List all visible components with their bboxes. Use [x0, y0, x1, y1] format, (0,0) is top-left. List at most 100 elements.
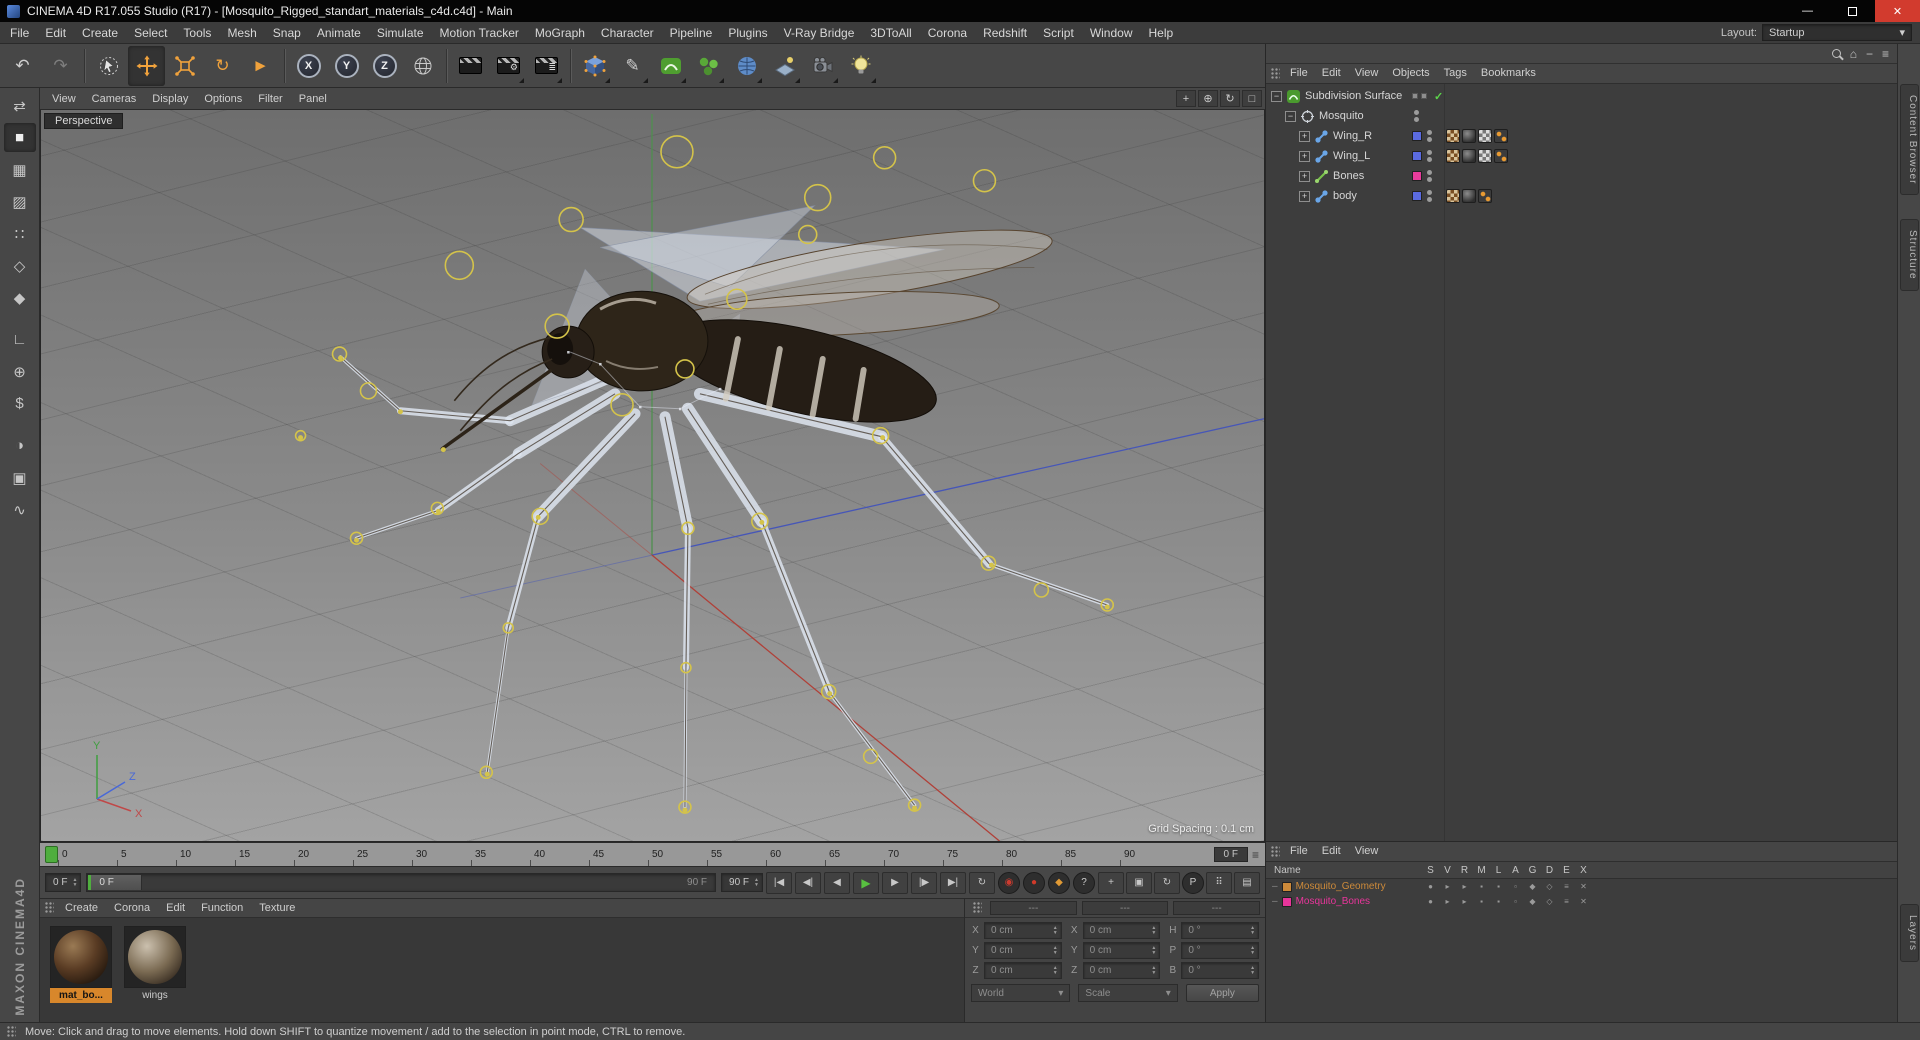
coil-button[interactable]: ∿: [4, 495, 36, 524]
layer-color-chip[interactable]: [1412, 151, 1422, 161]
loop-button[interactable]: ↻: [969, 871, 995, 894]
search-icon[interactable]: [1831, 49, 1841, 58]
column-header[interactable]: R: [1456, 865, 1473, 876]
last-tool-button[interactable]: ►: [242, 46, 279, 86]
y-axis-lock-button[interactable]: Y: [328, 46, 365, 86]
add-light-button[interactable]: [842, 46, 879, 86]
menu-item[interactable]: Pipeline: [662, 23, 721, 43]
object-manager-menu-item[interactable]: File: [1283, 64, 1315, 83]
lock-workplane-button[interactable]: ▣: [4, 463, 36, 492]
mini-rotate-button[interactable]: ↻: [1154, 871, 1180, 894]
previous-frame-button[interactable]: ◀: [824, 871, 850, 894]
column-header[interactable]: S: [1422, 865, 1439, 876]
menu-item[interactable]: V-Ray Bridge: [776, 23, 863, 43]
go-to-start-button[interactable]: |◀: [766, 871, 792, 894]
column-header[interactable]: E: [1558, 865, 1575, 876]
visibility-toggle[interactable]: [1412, 93, 1418, 99]
expand-icon[interactable]: +: [1299, 190, 1310, 202]
layer-color-chip[interactable]: [1412, 191, 1422, 201]
make-editable-button[interactable]: ⇄: [4, 91, 36, 120]
render-settings-button[interactable]: ⚙: [490, 46, 527, 86]
parameter-button[interactable]: P: [1182, 871, 1204, 894]
render-view-button[interactable]: [452, 46, 489, 86]
rotation-h-field[interactable]: 0 ° ▲ ▼: [1181, 922, 1260, 939]
viewport-pan-icon[interactable]: +: [1176, 90, 1196, 107]
collapse-icon[interactable]: −: [1285, 110, 1296, 122]
menu-item[interactable]: Script: [1035, 23, 1082, 43]
material-item[interactable]: mat_bo...: [50, 926, 114, 1014]
object-manager-menu-item[interactable]: Edit: [1315, 64, 1348, 83]
menu-item[interactable]: Character: [593, 23, 662, 43]
record-button[interactable]: ◉: [998, 871, 1020, 894]
menu-item[interactable]: Select: [126, 23, 175, 43]
position-header[interactable]: ---: [990, 901, 1077, 915]
texture-mode-button[interactable]: ▦: [4, 155, 36, 184]
menu-item[interactable]: Animate: [309, 23, 369, 43]
size-x-field[interactable]: 0 cm ▲ ▼: [1082, 922, 1161, 939]
weight-tag-icon[interactable]: [1494, 129, 1508, 143]
coordinate-system-button[interactable]: [404, 46, 441, 86]
tab-layers[interactable]: Layers: [1900, 903, 1919, 962]
layer-toggle[interactable]: ●: [1422, 897, 1439, 906]
layer-row-geometry[interactable]: – Mosquito_Geometry ● ▸ ▸ ▪ ▪ ▫ ◆ ◇ ≡ ✕: [1266, 879, 1897, 894]
add-floor-button[interactable]: [766, 46, 803, 86]
expand-icon[interactable]: +: [1299, 170, 1310, 182]
playhead-handle[interactable]: [45, 846, 58, 863]
column-header[interactable]: G: [1524, 865, 1541, 876]
play-button[interactable]: ▶: [853, 871, 879, 894]
points-mode-button[interactable]: ∷: [4, 219, 36, 248]
object-row-bones[interactable]: + Bones: [1266, 166, 1897, 186]
layer-toggle[interactable]: ▸: [1439, 882, 1456, 891]
add-cube-button[interactable]: [576, 46, 613, 86]
layer-toggle[interactable]: ≡: [1558, 897, 1575, 906]
add-clones-button[interactable]: [690, 46, 727, 86]
size-z-field[interactable]: 0 cm ▲ ▼: [1082, 962, 1161, 979]
texture-tag-icon[interactable]: [1446, 129, 1460, 143]
menu-item[interactable]: Mesh: [219, 23, 264, 43]
undo-button[interactable]: ↶: [4, 46, 41, 86]
home-icon[interactable]: ⌂: [1850, 47, 1857, 61]
column-header[interactable]: D: [1541, 865, 1558, 876]
position-z-field[interactable]: 0 cm ▲ ▼: [984, 962, 1062, 979]
scale-tool[interactable]: [166, 46, 203, 86]
object-row-wing-r[interactable]: + Wing_R: [1266, 126, 1897, 146]
object-manager-menu-item[interactable]: Tags: [1437, 64, 1474, 83]
layer-toggle[interactable]: ≡: [1558, 882, 1575, 891]
size-y-field[interactable]: 0 cm ▲ ▼: [1082, 942, 1161, 959]
tab-structure[interactable]: Structure: [1900, 219, 1919, 291]
mini-scale-button[interactable]: ▣: [1126, 871, 1152, 894]
layer-manager-menu-item[interactable]: Edit: [1315, 842, 1348, 861]
layout-select[interactable]: Startup ▾: [1762, 24, 1912, 41]
materials-menu-item[interactable]: Create: [57, 899, 106, 917]
polygons-mode-button[interactable]: ◆: [4, 283, 36, 312]
viewport-rotate-icon[interactable]: ↻: [1220, 90, 1240, 107]
menu-item[interactable]: Simulate: [369, 23, 432, 43]
menu-item[interactable]: Tools: [175, 23, 219, 43]
texture-tag-icon[interactable]: [1446, 189, 1460, 203]
visibility-toggle[interactable]: [1421, 93, 1427, 99]
object-row-mosquito[interactable]: − Mosquito: [1266, 106, 1897, 126]
visibility-dots[interactable]: [1427, 190, 1432, 202]
phong-tag-icon[interactable]: [1462, 189, 1476, 203]
range-handle[interactable]: 0 F: [88, 875, 143, 890]
minus-icon[interactable]: −: [1866, 47, 1873, 61]
rotation-p-field[interactable]: 0 ° ▲ ▼: [1181, 942, 1260, 959]
rotation-b-field[interactable]: 0 ° ▲ ▼: [1181, 962, 1260, 979]
position-x-field[interactable]: 0 cm ▲ ▼: [984, 922, 1062, 939]
layer-row-bones[interactable]: – Mosquito_Bones ● ▸ ▸ ▪ ▪ ▫ ◆ ◇ ≡ ✕: [1266, 894, 1897, 909]
render-queue-button[interactable]: ≣: [528, 46, 565, 86]
weight-tag-icon[interactable]: [1478, 189, 1492, 203]
stepper-icons[interactable]: ▲ ▼: [754, 877, 759, 888]
texture-tag-icon[interactable]: [1478, 129, 1492, 143]
visibility-dots[interactable]: [1414, 110, 1419, 122]
layer-toggle[interactable]: ▸: [1456, 897, 1473, 906]
paint-button[interactable]: ◑: [4, 431, 36, 460]
layer-toggle[interactable]: ◇: [1541, 897, 1558, 906]
menu-item[interactable]: Help: [1141, 23, 1182, 43]
viewport-canvas[interactable]: Perspective Grid Spacing : 0.1 cm Y X Z: [40, 110, 1265, 842]
maximize-button[interactable]: [1830, 0, 1875, 22]
axis-mode-button[interactable]: ∟: [4, 325, 36, 354]
layer-toggle[interactable]: ◆: [1524, 882, 1541, 891]
viewport-switch-icon[interactable]: □: [1242, 90, 1262, 107]
help-button[interactable]: ?: [1073, 871, 1095, 894]
